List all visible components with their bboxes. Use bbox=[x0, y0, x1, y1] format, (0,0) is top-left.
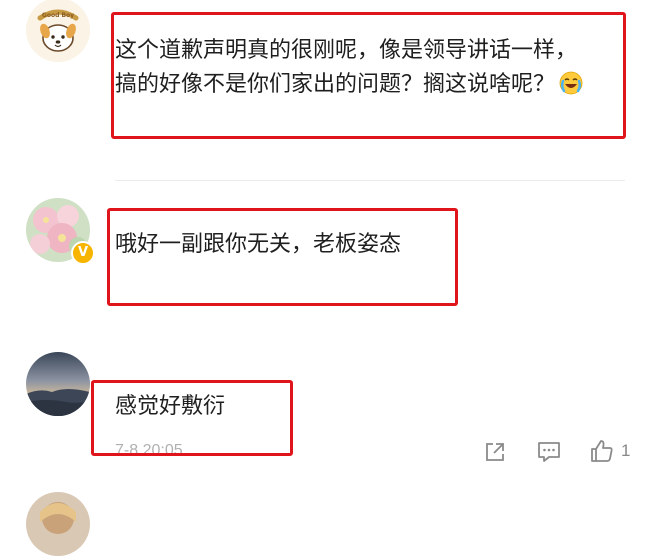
share-icon[interactable] bbox=[483, 440, 507, 464]
comment-1-avatar[interactable]: Good Boy bbox=[26, 0, 90, 62]
portrait-avatar-icon bbox=[26, 492, 90, 556]
comment-3-avatar[interactable] bbox=[26, 352, 90, 416]
like-thumb-icon[interactable] bbox=[589, 438, 615, 464]
like-count: 1 bbox=[621, 441, 631, 460]
verified-badge: V bbox=[71, 241, 95, 265]
misty-landscape-avatar-icon bbox=[26, 352, 90, 416]
divider bbox=[115, 180, 625, 181]
comment-4-avatar[interactable] bbox=[26, 492, 90, 556]
comment-icon[interactable] bbox=[536, 440, 562, 464]
highlight-box-comment-3 bbox=[91, 380, 293, 456]
highlight-box-comment-1 bbox=[111, 12, 626, 139]
avatar-logo-text: Good Boy bbox=[42, 12, 74, 19]
good-boy-dog-avatar-icon: Good Boy bbox=[26, 0, 90, 62]
highlight-box-comment-2 bbox=[107, 208, 458, 306]
